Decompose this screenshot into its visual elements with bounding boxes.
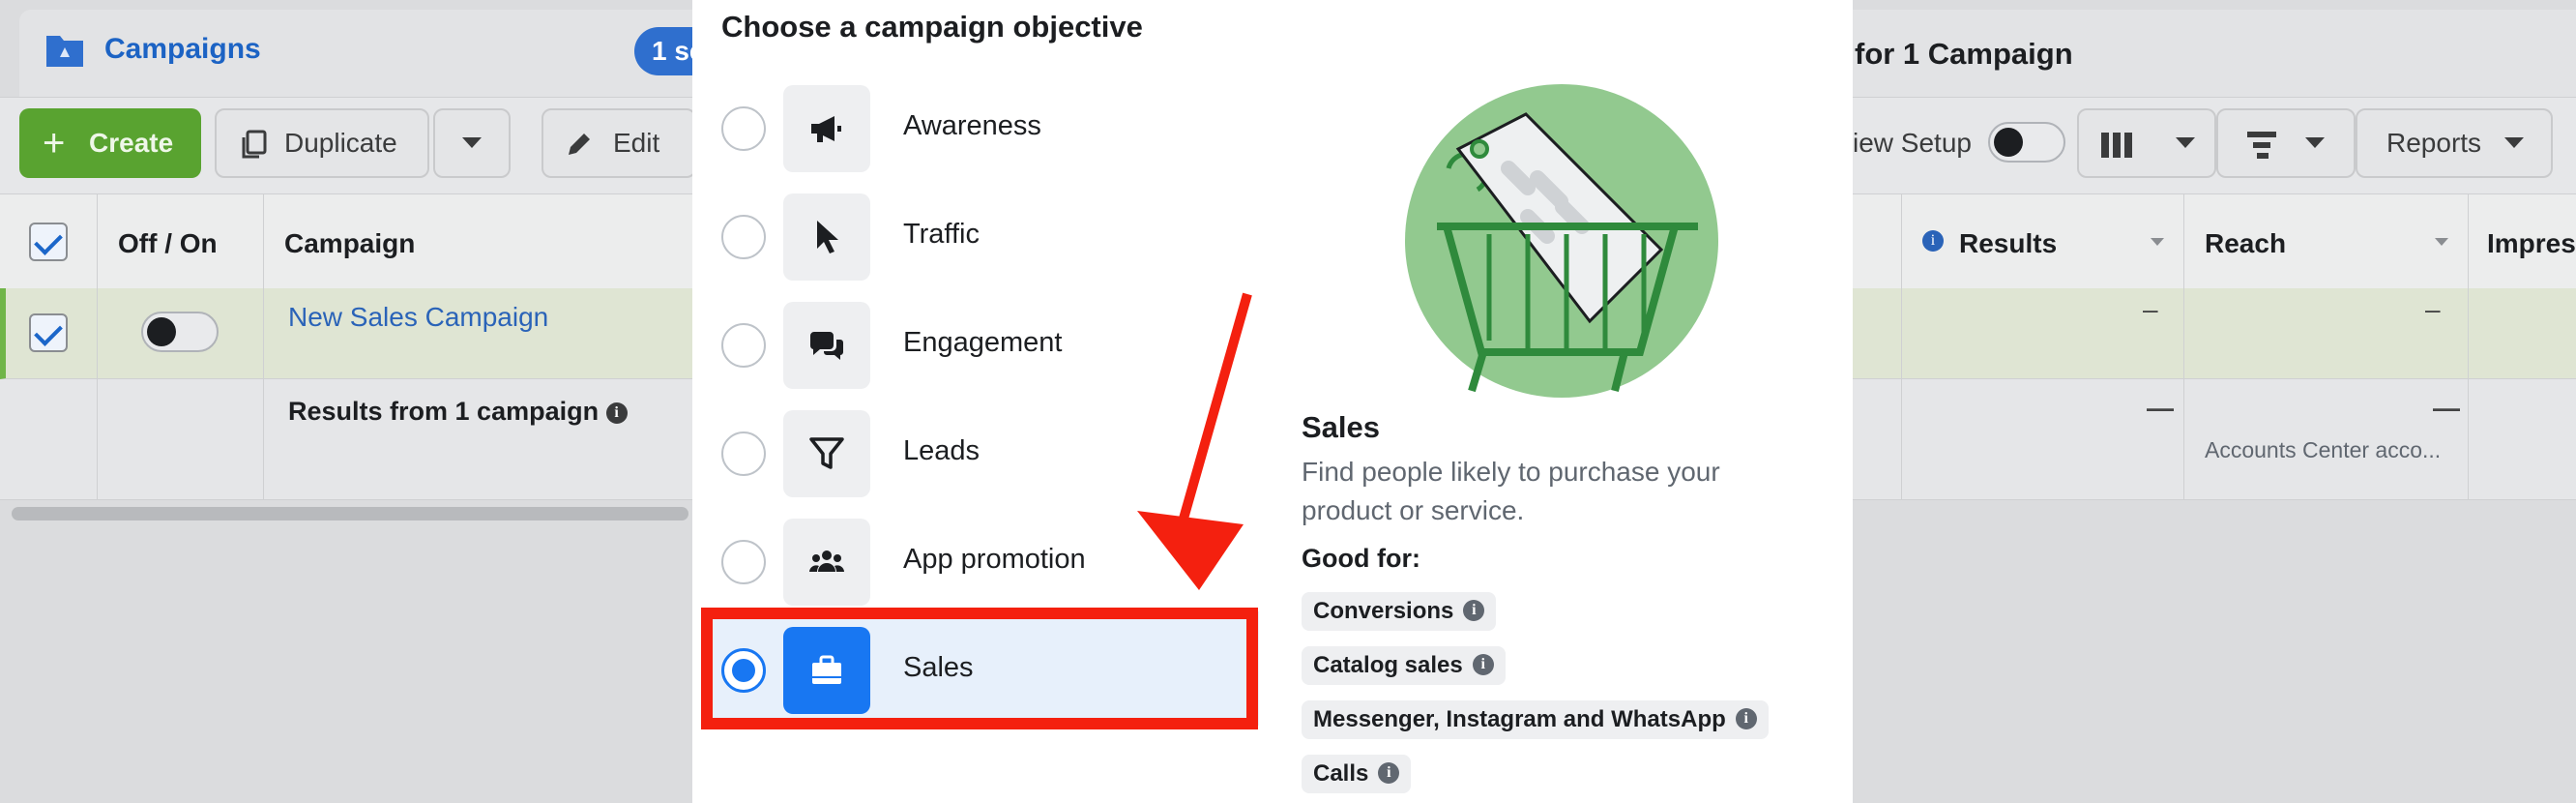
info-icon: i <box>1922 230 1944 252</box>
duplicate-dropdown-button[interactable] <box>433 108 511 178</box>
summary-label: Results from 1 campaign i <box>288 397 628 427</box>
annotation-highlight-box <box>701 608 1258 729</box>
funnel-icon <box>809 437 844 469</box>
campaigns-title[interactable]: Campaigns <box>104 33 261 66</box>
impressions-column-header[interactable]: Impres <box>2487 228 2576 259</box>
objective-label: Engagement <box>903 327 1063 358</box>
plus-icon: + <box>43 122 66 164</box>
good-for-tag[interactable]: Catalog sales i <box>1302 646 1506 685</box>
objective-detail-description: Find people likely to purchase your <box>1302 457 1720 487</box>
edit-button[interactable]: Edit <box>542 108 696 178</box>
objective-radio[interactable] <box>721 431 766 476</box>
create-button[interactable]: + Create <box>19 108 201 178</box>
campaign-column-header[interactable]: Campaign <box>284 228 415 259</box>
megaphone-icon <box>811 116 841 142</box>
good-for-tag[interactable]: Calls i <box>1302 755 1412 793</box>
columns-icon <box>2101 133 2132 158</box>
horizontal-scrollbar[interactable] <box>12 507 688 520</box>
reach-column-header[interactable]: Reach <box>2205 228 2286 259</box>
objective-radio[interactable] <box>721 215 766 259</box>
breakdown-icon <box>2247 132 2276 159</box>
select-all-checkbox[interactable] <box>29 223 68 261</box>
modal-title: Choose a campaign objective <box>721 10 1143 44</box>
objective-radio[interactable] <box>721 106 766 151</box>
info-icon[interactable]: i <box>1472 653 1494 675</box>
sort-caret-icon <box>2435 238 2448 246</box>
good-for-label: Good for: <box>1302 544 1420 573</box>
objective-traffic[interactable]: Traffic <box>721 190 1263 281</box>
objective-label: App promotion <box>903 544 1086 575</box>
info-icon: i <box>605 402 628 424</box>
summary-results-value: — <box>2147 393 2174 423</box>
good-for-tag[interactable]: Conversions i <box>1302 592 1497 631</box>
sales-illustration <box>1405 84 1718 398</box>
objective-radio[interactable] <box>721 323 766 368</box>
edit-panel-title: for 1 Campaign <box>1855 37 2073 71</box>
annotation-arrow-icon <box>1137 292 1252 590</box>
objective-detail-description: product or service. <box>1302 495 1525 525</box>
info-icon[interactable]: i <box>1463 599 1485 621</box>
caret-down-icon <box>2305 137 2325 148</box>
cursor-icon <box>817 221 838 253</box>
objective-label: Awareness <box>903 110 1041 141</box>
columns-button[interactable] <box>2077 108 2216 178</box>
sort-caret-icon <box>2151 238 2164 246</box>
row-checkbox[interactable] <box>29 313 68 352</box>
people-icon <box>809 550 844 572</box>
view-setup-toggle[interactable] <box>1988 122 2065 163</box>
caret-down-icon <box>462 137 482 148</box>
caret-down-icon <box>2504 137 2524 148</box>
caret-down-icon <box>2176 137 2195 148</box>
objective-detail-title: Sales <box>1302 410 1381 444</box>
objective-label: Traffic <box>903 219 980 250</box>
chat-bubbles-icon <box>809 332 843 360</box>
view-setup-label: iew Setup <box>1853 128 1972 158</box>
objective-awareness[interactable]: Awareness <box>721 81 1263 172</box>
objective-radio[interactable] <box>721 540 766 584</box>
results-column-header[interactable]: Results <box>1959 228 2057 259</box>
summary-reach-note: Accounts Center acco... <box>2205 437 2442 462</box>
reports-button[interactable]: Reports <box>2356 108 2553 178</box>
row-results-value: – <box>2143 294 2158 324</box>
pencil-icon <box>569 134 590 155</box>
duplicate-button[interactable]: Duplicate <box>215 108 429 178</box>
objective-label: Leads <box>903 435 981 466</box>
summary-reach-value: — <box>2433 393 2460 423</box>
info-icon[interactable]: i <box>1378 761 1400 784</box>
info-icon[interactable]: i <box>1735 707 1757 729</box>
good-for-tag[interactable]: Messenger, Instagram and WhatsApp i <box>1302 700 1769 739</box>
off-on-column-header[interactable]: Off / On <box>118 228 218 259</box>
row-reach-value: – <box>2425 294 2441 324</box>
duplicate-icon <box>242 130 267 159</box>
campaigns-folder-icon <box>46 36 83 67</box>
campaign-on-off-toggle[interactable] <box>141 312 219 352</box>
breakdown-button[interactable] <box>2216 108 2356 178</box>
campaign-name-link[interactable]: New Sales Campaign <box>288 302 548 333</box>
